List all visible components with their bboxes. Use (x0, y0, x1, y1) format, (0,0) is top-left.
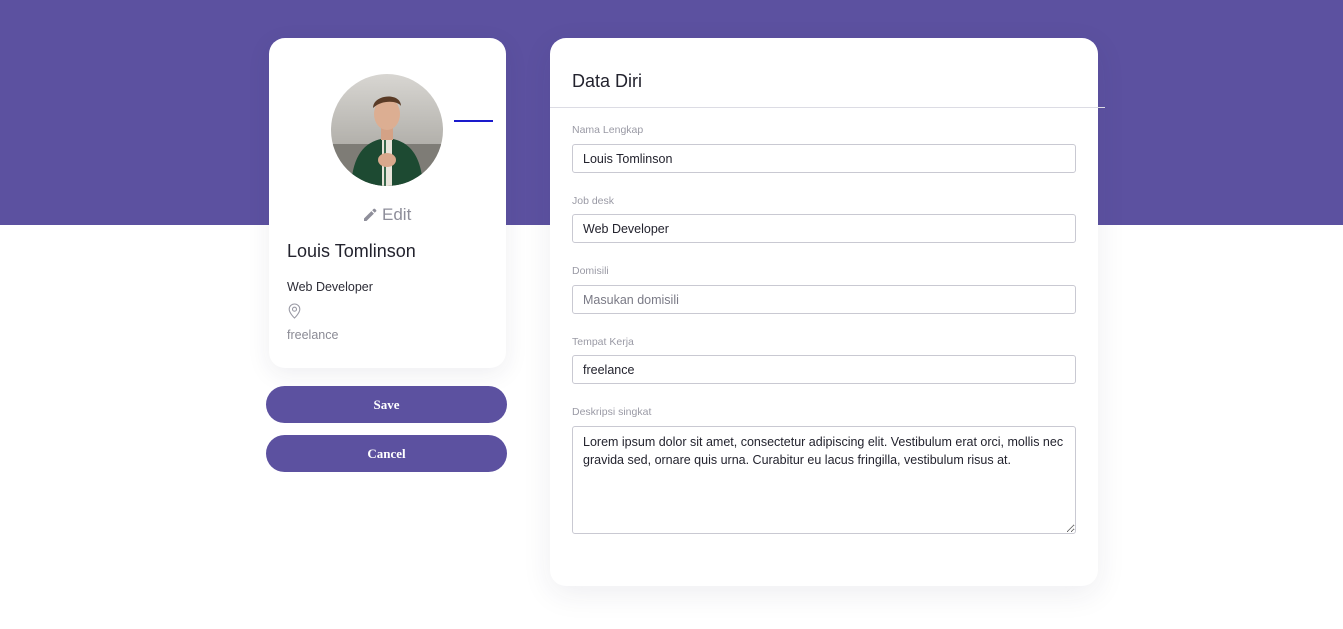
profile-name: Louis Tomlinson (287, 241, 416, 261)
save-button[interactable]: Save (266, 386, 507, 423)
accent-line (454, 120, 493, 122)
workplace-input[interactable] (572, 355, 1076, 384)
domicile-label: Domisili (572, 265, 609, 277)
job-desk-label: Job desk (572, 195, 615, 207)
map-pin-icon (288, 303, 301, 324)
full-name-label: Nama Lengkap (572, 124, 644, 136)
profile-job: Web Developer (287, 280, 373, 294)
edit-label: Edit (382, 205, 412, 224)
edit-photo-button[interactable]: Edit (363, 204, 411, 226)
divider (550, 107, 1105, 108)
form-title: Data Diri (572, 71, 643, 91)
job-desk-input[interactable] (572, 214, 1076, 243)
avatar[interactable] (331, 74, 443, 186)
description-textarea[interactable]: Lorem ipsum dolor sit amet, consectetur … (572, 426, 1076, 534)
profile-workplace: freelance (287, 328, 339, 342)
pencil-icon (363, 208, 377, 222)
cancel-button[interactable]: Cancel (266, 435, 507, 472)
profile-card: Edit Louis Tomlinson Web Developer freel… (269, 38, 506, 368)
personal-data-card: Data Diri Nama Lengkap Job desk Domisili… (550, 38, 1105, 586)
description-label: Deskripsi singkat (572, 406, 652, 418)
domicile-input[interactable] (572, 285, 1076, 314)
full-name-input[interactable] (572, 144, 1076, 173)
workplace-label: Tempat Kerja (572, 336, 634, 348)
